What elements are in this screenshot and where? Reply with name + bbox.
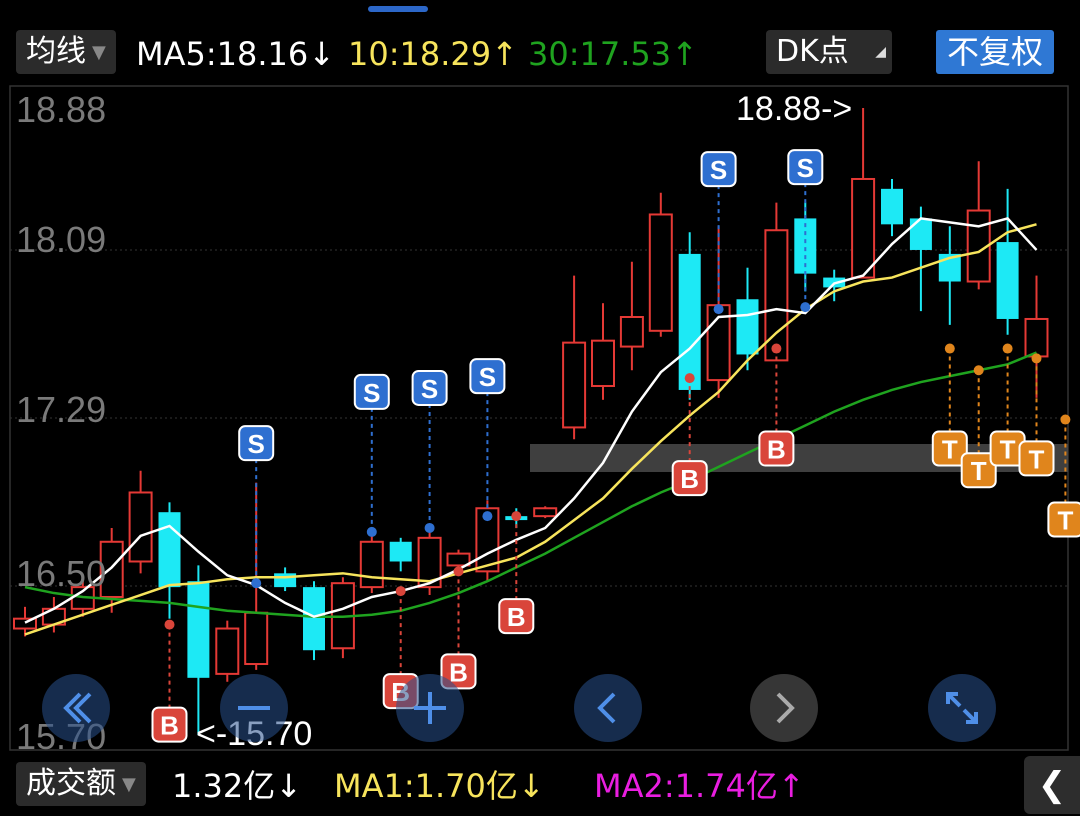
candle-body xyxy=(244,611,269,666)
dk-select[interactable]: DK点 ◢ xyxy=(766,30,892,74)
signal-badge-label: S xyxy=(479,362,496,392)
candle-body xyxy=(562,341,587,429)
kline-chart[interactable]: BSSBSBSBBSBSTTTTT 18.8818.0917.2916.5015… xyxy=(0,0,1080,816)
zoom-out-button[interactable] xyxy=(220,674,288,742)
double-chevron-left-icon xyxy=(63,692,92,724)
candle-body xyxy=(1024,317,1049,358)
double-chevron-left-button[interactable] xyxy=(42,674,110,742)
vol-ma1-readout: MA1:1.70亿↓ xyxy=(334,767,545,805)
signal-badge-label: B xyxy=(767,435,786,465)
candle-body xyxy=(648,213,673,332)
signal-badge-label: T xyxy=(942,435,958,465)
fullscreen-button[interactable] xyxy=(928,674,996,742)
chevron-left-icon xyxy=(597,692,616,724)
y-axis-labels: 18.8818.0917.2916.5015.70 xyxy=(16,89,106,757)
candle-body xyxy=(678,253,701,390)
candle-body xyxy=(274,573,297,588)
volume-readout: 1.32亿↓ xyxy=(172,767,303,805)
vol-ma2-readout: MA2:1.74亿↑ xyxy=(594,767,805,805)
y-tick-label: 17.29 xyxy=(16,389,106,430)
candle-body xyxy=(533,507,558,518)
y-tick-label: 18.09 xyxy=(16,219,106,260)
corner-triangle-icon: ◢ xyxy=(875,44,886,60)
signal-badge-label: T xyxy=(1057,506,1073,536)
candle-body xyxy=(215,627,240,675)
candle-body xyxy=(158,512,181,588)
ma30-readout: 30:17.53↑ xyxy=(528,35,698,73)
candle-body xyxy=(389,541,412,562)
signal-badge-label: T xyxy=(1029,444,1045,474)
indicator-select-label: 均线 xyxy=(26,34,86,69)
candle-body xyxy=(591,339,615,388)
signal-badge-label: T xyxy=(1000,435,1016,465)
signal-badge-label: B xyxy=(507,602,526,632)
chevron-left-icon: ❮ xyxy=(1037,765,1067,805)
signal-badge-label: S xyxy=(421,374,438,404)
dk-select-label: DK点 xyxy=(776,34,849,69)
candle-body xyxy=(996,242,1019,319)
signal-badge-label: B xyxy=(680,464,699,494)
candle-body xyxy=(909,218,932,250)
y-tick-label: 16.50 xyxy=(16,553,106,594)
zoom-in-button[interactable] xyxy=(396,674,464,742)
signal-badge-label: T xyxy=(971,456,987,486)
signal-badge-label: S xyxy=(710,155,727,185)
plus-icon xyxy=(414,692,446,724)
dropdown-icon: ▼ xyxy=(92,41,106,63)
candle-body xyxy=(187,581,210,678)
expand-icon xyxy=(946,692,978,724)
indicator-select[interactable]: 均线 ▼ xyxy=(16,30,116,74)
candle-body xyxy=(851,177,876,279)
adjust-button[interactable]: 不复权 xyxy=(936,30,1054,74)
signal-badge-label: B xyxy=(160,711,179,741)
scroll-left-button[interactable] xyxy=(574,674,642,742)
candle-body xyxy=(736,299,759,355)
candle-body xyxy=(359,540,384,589)
signal-badge-label: S xyxy=(797,153,814,183)
candle-body xyxy=(303,587,325,651)
y-tick-label: 18.88 xyxy=(16,89,106,130)
signal-badge-label: S xyxy=(363,378,380,408)
collapse-button[interactable]: ❮ xyxy=(1024,756,1080,814)
ma5-readout: MA5:18.16↓ xyxy=(136,35,336,73)
candle-body xyxy=(619,316,644,348)
candle-body xyxy=(881,188,903,225)
candle-body xyxy=(446,552,471,567)
minus-icon xyxy=(238,706,270,710)
chevron-right-icon xyxy=(776,692,795,724)
scroll-right-button[interactable] xyxy=(750,674,818,742)
high-label: 18.88-> xyxy=(736,90,852,128)
signal-badge-label: S xyxy=(248,429,265,459)
volume-select-label: 成交额 xyxy=(26,766,116,801)
dropdown-icon: ▼ xyxy=(122,773,136,795)
ma10-readout: 10:18.29↑ xyxy=(348,35,518,73)
candle-body xyxy=(128,491,153,563)
volume-select[interactable]: 成交额 ▼ xyxy=(16,762,146,806)
